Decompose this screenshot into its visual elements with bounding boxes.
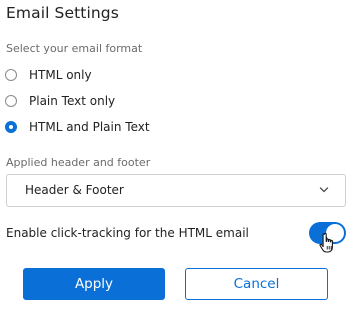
header-footer-label: Applied header and footer	[6, 156, 151, 169]
apply-button[interactable]: Apply	[23, 268, 165, 300]
radio-html-only[interactable]: HTML only	[5, 67, 92, 83]
radio-button-selected[interactable]	[5, 121, 17, 133]
click-tracking-label: Enable click-tracking for the HTML email	[6, 226, 249, 240]
click-tracking-toggle[interactable]	[309, 222, 346, 244]
cancel-button[interactable]: Cancel	[185, 268, 328, 300]
toggle-knob	[326, 224, 344, 242]
radio-label: HTML and Plain Text	[29, 120, 150, 134]
radio-html-and-plain-text[interactable]: HTML and Plain Text	[5, 119, 150, 135]
radio-label: HTML only	[29, 68, 92, 82]
radio-plain-text-only[interactable]: Plain Text only	[5, 93, 115, 109]
radio-label: Plain Text only	[29, 94, 116, 108]
page-title: Email Settings	[6, 4, 119, 22]
select-value: Header & Footer	[25, 183, 124, 197]
format-section-label: Select your email format	[6, 42, 143, 55]
radio-button[interactable]	[5, 95, 17, 107]
chevron-down-icon	[319, 187, 329, 193]
header-footer-select[interactable]: Header & Footer	[6, 174, 346, 207]
radio-button[interactable]	[5, 69, 17, 81]
